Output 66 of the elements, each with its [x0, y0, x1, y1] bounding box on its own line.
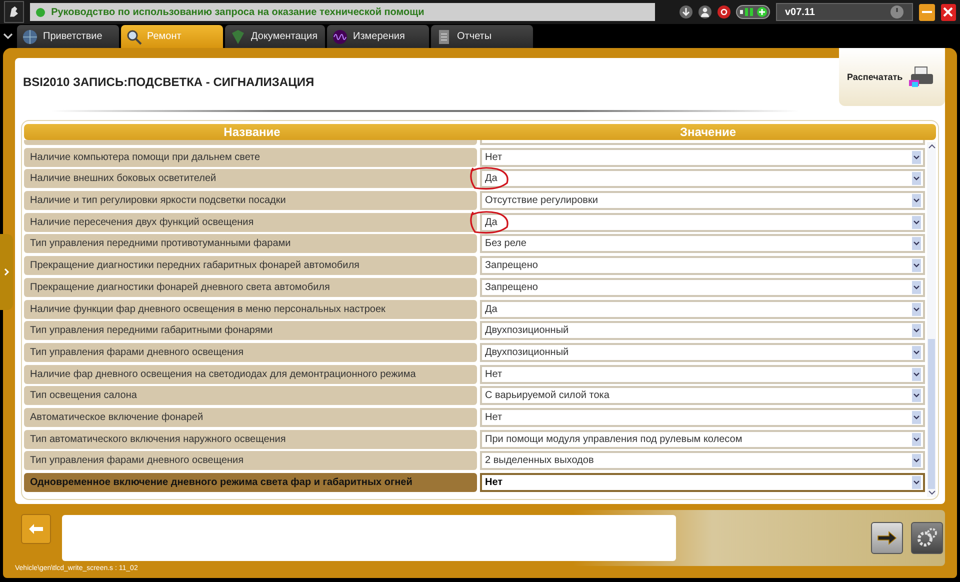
- value-dropdown[interactable]: Отсутствие регулировки: [480, 191, 925, 210]
- page-title: BSI2010 ЗАПИСЬ:ПОДСВЕТКА - СИГНАЛИЗАЦИЯ: [23, 75, 314, 89]
- printer-icon: [908, 66, 935, 88]
- back-button[interactable]: [21, 514, 51, 544]
- status-dot-icon: [36, 8, 46, 16]
- parameter-name-cell[interactable]: Тип управления передними противотуманными фарами: [24, 234, 477, 254]
- parameter-name-cell[interactable]: Тип автоматического включения наружного освещения: [24, 430, 477, 449]
- value-dropdown[interactable]: 2 выделенных выходов: [480, 451, 925, 470]
- column-header: Значение: [678, 124, 738, 140]
- globe-icon: [22, 28, 38, 44]
- parameter-name-cell[interactable]: Прекращение диагностики фонарей дневного света автомобиля: [24, 278, 477, 297]
- tab[interactable]: Документация: [225, 25, 325, 48]
- parameter-name-cell[interactable]: Одновременное включение дневного режима света фар и габаритных огней: [24, 473, 477, 492]
- tab[interactable]: Отчеты: [431, 25, 533, 48]
- magnifier-icon: [126, 28, 142, 44]
- arrow-right-icon: [877, 531, 897, 545]
- minimize-button[interactable]: [919, 4, 935, 20]
- value-dropdown[interactable]: Нет: [480, 473, 925, 492]
- version-label: v07.11: [784, 6, 815, 18]
- arrow-left-icon: [28, 523, 44, 535]
- value-dropdown[interactable]: Да: [480, 169, 925, 188]
- scroll-up-icon[interactable]: [928, 142, 936, 150]
- person-icon[interactable]: [698, 5, 712, 19]
- side-panel-handle[interactable]: [0, 234, 13, 310]
- parameter-name-cell[interactable]: Прекращение диагностики передних габаритных фонарей автомобиля: [24, 256, 477, 276]
- parameter-name-cell[interactable]: Наличие фар дневного освещения на светодиодах для демонтрационного режима: [24, 364, 477, 384]
- parameter-name-cell[interactable]: Наличие и тип регулировки яркости подсветки посадки: [24, 191, 477, 210]
- settings-icon: [916, 527, 938, 549]
- next-button[interactable]: [871, 522, 903, 554]
- parameter-name-cell[interactable]: Наличие внешних боковых осветителей: [24, 169, 477, 188]
- print-button[interactable]: Распечатать: [839, 48, 945, 106]
- value-dropdown[interactable]: Запрещено: [480, 256, 925, 276]
- value-dropdown[interactable]: Нет: [480, 364, 925, 384]
- scrollbar[interactable]: [927, 142, 936, 497]
- power-icon[interactable]: [890, 5, 904, 19]
- value-dropdown[interactable]: Двухпозиционный: [480, 321, 925, 340]
- doc-icon: [436, 28, 452, 44]
- value-dropdown[interactable]: С варьируемой силой тока: [480, 386, 925, 406]
- value-dropdown[interactable]: Без реле: [480, 234, 925, 254]
- value-dropdown[interactable]: Да: [480, 300, 925, 318]
- parameter-name-cell[interactable]: Тип управления передними габаритными фонарями: [24, 321, 477, 340]
- download-icon[interactable]: [678, 5, 693, 19]
- value-dropdown[interactable]: Нет: [480, 148, 925, 167]
- signal-toggle-icon[interactable]: [736, 5, 770, 19]
- value-dropdown[interactable]: Двухпозиционный: [480, 342, 925, 362]
- parameter-name-cell[interactable]: Наличие пересечения двух функций освещения: [24, 212, 477, 232]
- parameter-name-cell[interactable]: Тип управления фарами дневного освещения: [24, 451, 477, 470]
- close-button[interactable]: [940, 4, 956, 20]
- value-dropdown[interactable]: Нет: [480, 408, 925, 427]
- parameter-name-cell[interactable]: Автоматическое включение фонарей: [24, 408, 477, 427]
- tab[interactable]: Приветствие: [17, 25, 119, 48]
- wave-icon: [332, 28, 348, 44]
- value-dropdown[interactable]: При помощи модуля управления под рулевым колесом: [480, 430, 925, 449]
- close-icon: [943, 7, 954, 17]
- settings-button[interactable]: [911, 522, 943, 554]
- tab[interactable]: Измерения: [327, 25, 429, 48]
- value-dropdown[interactable]: Запрещено: [480, 278, 925, 297]
- parameter-name-cell[interactable]: Тип освещения салона: [24, 386, 477, 406]
- scroll-down-icon[interactable]: [928, 489, 936, 497]
- chevron-down-icon[interactable]: [3, 32, 13, 40]
- parameter-name-cell[interactable]: Наличие компьютера помощи при дальнем свете: [24, 148, 477, 167]
- column-header: Название: [222, 124, 282, 140]
- parameter-name-cell[interactable]: Наличие функции фар дневного освещения в меню персональных настроек: [24, 300, 477, 318]
- status-message: Руководство по использованию запроса на оказание технической помощи: [51, 6, 424, 18]
- parameter-name-cell[interactable]: Тип управления фарами дневного освещения: [24, 342, 477, 362]
- value-dropdown[interactable]: Да: [480, 212, 925, 232]
